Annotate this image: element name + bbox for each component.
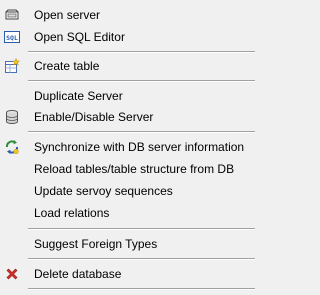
menu-separator	[28, 131, 255, 133]
menu-separator	[28, 80, 255, 82]
menu-item-delete-database[interactable]: Delete database	[0, 263, 257, 285]
database-icon	[4, 109, 20, 125]
menu-separator	[28, 288, 255, 290]
menu-item-label: Delete database	[34, 267, 122, 281]
menu-item-synchronize[interactable]: Synchronize with DB server information	[0, 136, 257, 158]
menu-item-duplicate-server[interactable]: Duplicate Server	[0, 85, 257, 107]
menu-item-open-sql-editor[interactable]: SQL Open SQL Editor	[0, 26, 257, 48]
menu-item-suggest-foreign-types[interactable]: Suggest Foreign Types	[0, 233, 257, 255]
menu-item-enable-disable-server[interactable]: Enable/Disable Server	[0, 106, 257, 128]
synchronize-icon	[4, 139, 20, 155]
menu-item-label: Synchronize with DB server information	[34, 140, 245, 154]
svg-text:SQL: SQL	[6, 34, 18, 42]
menu-item-label: Reload tables/table structure from DB	[34, 162, 235, 176]
menu-separator	[28, 51, 255, 53]
menu-item-label: Duplicate Server	[34, 89, 123, 103]
create-table-icon	[4, 58, 20, 74]
menu-item-label: Suggest Foreign Types	[34, 237, 158, 251]
open-server-icon	[4, 7, 20, 23]
menu-item-open-server[interactable]: Open server	[0, 4, 257, 26]
delete-icon	[4, 266, 20, 282]
context-menu: Open server SQL Open SQL Editor Create t…	[0, 0, 257, 295]
menu-item-label: Create table	[34, 59, 100, 73]
menu-item-label: Update servoy sequences	[34, 184, 173, 198]
menu-item-label: Load relations	[34, 206, 110, 220]
menu-item-label: Open server	[34, 8, 101, 22]
menu-item-label: Open SQL Editor	[34, 30, 125, 44]
menu-separator	[28, 228, 255, 230]
menu-item-reload-tables[interactable]: Reload tables/table structure from DB	[0, 158, 257, 180]
menu-separator	[28, 258, 255, 260]
menu-item-create-table[interactable]: Create table	[0, 55, 257, 77]
menu-item-update-sequences[interactable]: Update servoy sequences	[0, 180, 257, 202]
menu-item-label: Enable/Disable Server	[34, 110, 154, 124]
menu-item-load-relations[interactable]: Load relations	[0, 202, 257, 224]
sql-editor-icon: SQL	[4, 29, 20, 45]
